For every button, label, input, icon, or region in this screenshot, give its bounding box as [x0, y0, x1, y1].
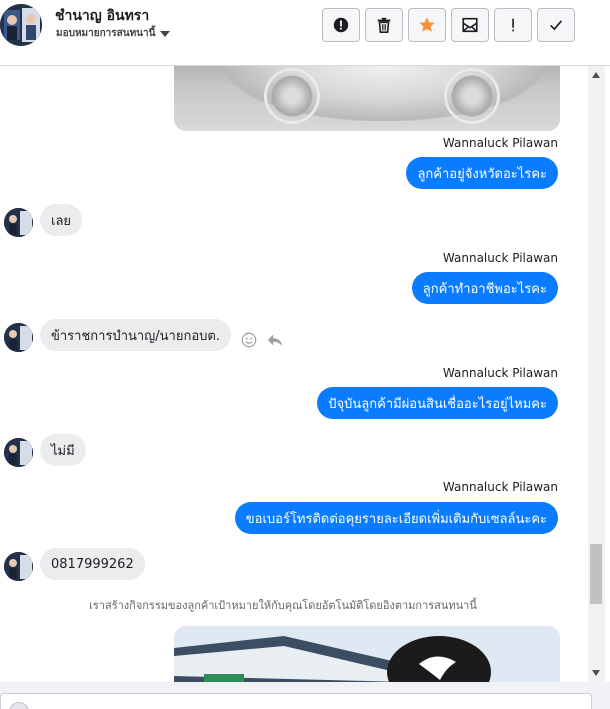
incoming-message[interactable]: ข้าราชการบำนาญ/นายกอบต.: [40, 319, 231, 351]
inbox-conversation: ชำนาญ อินทรา มอบหมายการสนทนานี้ Wannaluc…: [0, 0, 610, 709]
follow-up-button[interactable]: [494, 8, 532, 42]
contact-avatar-small: [4, 552, 33, 581]
scroll-up-arrow-icon[interactable]: [592, 72, 600, 78]
trash-icon: [377, 17, 391, 34]
reply-icon[interactable]: [266, 331, 284, 349]
envelope-icon: [462, 17, 478, 33]
delete-button[interactable]: [365, 8, 403, 42]
chevron-down-icon: [160, 31, 171, 37]
scrollbar-thumb[interactable]: [590, 544, 602, 604]
incoming-message[interactable]: ไม่มี: [40, 434, 86, 466]
message-input[interactable]: [0, 693, 592, 709]
mark-done-button[interactable]: [537, 8, 575, 42]
exclamation-circle-icon: [333, 17, 349, 33]
sender-name: Wannaluck Pilawan: [442, 136, 558, 150]
conversation-toolbar: [322, 8, 575, 42]
incoming-message[interactable]: เลย: [40, 204, 83, 236]
composer-avatar: [9, 702, 29, 709]
contact-avatar-small: [4, 438, 33, 467]
scroll-down-arrow-icon[interactable]: [592, 670, 600, 676]
contact-avatar-small: [4, 208, 33, 237]
outgoing-message[interactable]: ปัจุบันลูกค้ามีผ่อนสินเชื่ออะไรอยู่ไหมคะ: [317, 387, 558, 419]
incoming-message[interactable]: 0817999262: [40, 548, 145, 580]
spam-button[interactable]: [322, 8, 360, 42]
outgoing-message[interactable]: ลูกค้าอยู่จังหวัดอะไรคะ: [406, 157, 558, 189]
assign-label: มอบหมายการสนทนานี้: [56, 28, 156, 39]
composer-area: [0, 682, 610, 709]
sender-name: Wannaluck Pilawan: [442, 480, 558, 494]
smiley-icon[interactable]: [240, 331, 258, 349]
outgoing-message[interactable]: ขอเบอร์โทรติดต่อคุยรายละเอียดเพิ่มเติมกั…: [234, 502, 558, 534]
dealer-photo-attachment[interactable]: [174, 626, 560, 682]
thread-scrollbar[interactable]: [588, 66, 605, 682]
system-note: เราสร้างกิจกรรมของลูกค้าเป้าหมายให้กับคุ…: [89, 599, 477, 612]
message-thread: Wannaluck Pilawan ลูกค้าอยู่จังหวัดอะไรค…: [0, 66, 588, 682]
contact-avatar[interactable]: [0, 4, 42, 46]
outgoing-message[interactable]: ลูกค้าทำอาชีพอะไรคะ: [411, 272, 558, 304]
assign-conversation-dropdown[interactable]: มอบหมายการสนทนานี้: [56, 26, 171, 41]
message-actions: [240, 331, 284, 349]
conversation-header: ชำนาญ อินทรา มอบหมายการสนทนานี้: [0, 0, 610, 66]
car-photo-attachment[interactable]: [174, 66, 560, 131]
exclamation-icon: [512, 18, 514, 32]
star-button[interactable]: [408, 8, 446, 42]
sender-name: Wannaluck Pilawan: [442, 251, 558, 265]
mark-unread-button[interactable]: [451, 8, 489, 42]
sender-name: Wannaluck Pilawan: [442, 366, 558, 380]
contact-name[interactable]: ชำนาญ อินทรา: [55, 5, 149, 27]
check-icon: [550, 20, 563, 31]
contact-avatar-small: [4, 323, 33, 352]
star-icon: [419, 17, 435, 32]
